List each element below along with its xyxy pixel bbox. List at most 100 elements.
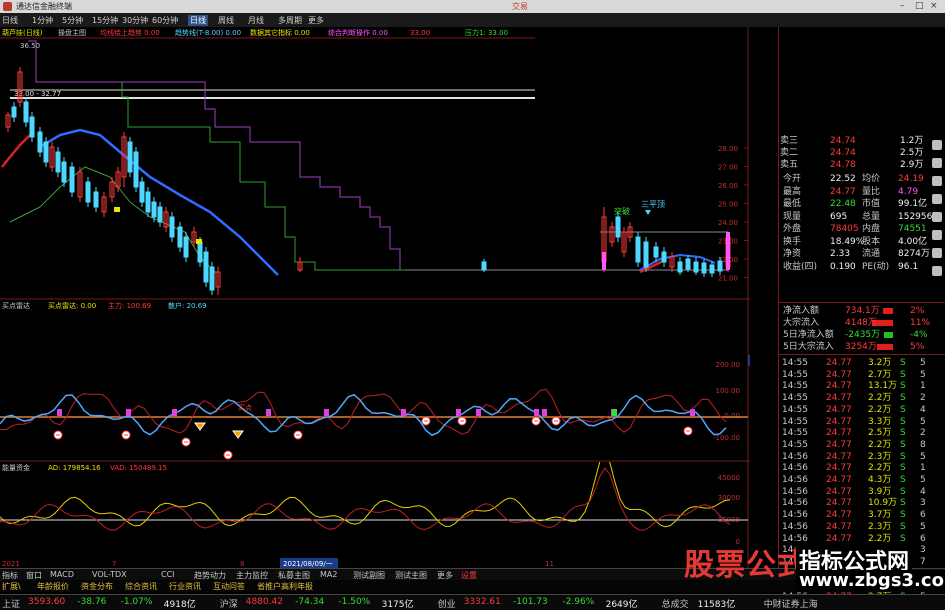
tick-side: S — [900, 358, 906, 368]
timeframe-tab[interactable]: 60分钟 — [152, 15, 178, 26]
info-tab[interactable]: 行业资讯 — [169, 581, 201, 592]
tick-row: 14:56 24.77 2.3万 S 5 — [750, 521, 945, 533]
tool-icon[interactable] — [932, 248, 942, 258]
buy-radar-chart[interactable]: 买点雷达 买点雷达: 0.00 主力: 100.69 散户: 20.69 200.00 1… — [0, 300, 750, 462]
timeframe-tab[interactable]: 周线 — [218, 15, 234, 26]
tool-icon[interactable] — [932, 266, 942, 276]
indicator-tab[interactable]: CCI — [161, 570, 175, 579]
timeframe-tab[interactable]: 更多 — [308, 15, 324, 26]
energy-fund-chart[interactable]: 能量资金 AD: 179854.16 VAD: 150489.15 45000 3000… — [0, 462, 750, 568]
candlestick — [615, 216, 621, 238]
tick-row: 14:55 24.77 2.2万 S 4 — [750, 404, 945, 416]
tick-count: 4 — [920, 404, 926, 415]
maximize-icon[interactable]: □ — [915, 1, 924, 11]
quote-value: 2.33 — [830, 249, 851, 259]
time-axis: 2021 7 8 2021/08/09/一 11 — [2, 558, 554, 568]
index-status-item: -1.07% — [120, 597, 153, 607]
tick-row: 14:56 24.77 3.9万 S 4 — [750, 486, 945, 498]
high-price-label: 36.50 — [20, 42, 40, 50]
minimize-icon[interactable]: – — [900, 1, 905, 11]
watermark-url: www.zbgs3.com — [796, 570, 945, 591]
tick-row: 14:55 24.77 2.7万 S 5 — [750, 369, 945, 381]
tick-count: 5 — [920, 475, 926, 485]
timeframe-tab[interactable]: 多周期 — [278, 15, 302, 26]
index-status-item: 3593.60 — [28, 597, 66, 607]
tick-time: 14:56 — [782, 475, 808, 485]
quote-label: 流通 — [862, 249, 881, 259]
tick-price: 24.77 — [826, 510, 852, 521]
price-axis-tick: 28.00 — [718, 145, 738, 153]
info-tab[interactable]: 资金分布 — [81, 581, 113, 592]
buy-point-icon — [457, 416, 467, 426]
candlestick — [157, 206, 163, 223]
candlestick — [717, 260, 723, 272]
time-tick: 7 — [112, 560, 116, 568]
quote-value: 695 — [830, 211, 848, 222]
price-axis-tick: 25.00 — [718, 201, 738, 209]
candlestick — [677, 261, 683, 273]
timeframe-tab[interactable]: 月线 — [248, 15, 264, 26]
timeframe-tab[interactable]: 日线 — [188, 15, 208, 26]
flow-bar — [884, 332, 893, 338]
panel-separator — [778, 302, 945, 303]
info-tab[interactable]: 综合资讯 — [125, 581, 157, 592]
quote-label: 最低 — [783, 199, 802, 209]
tick-volume: 10.9万 — [868, 498, 898, 509]
quote-value: 24.19 — [898, 174, 924, 184]
candlestick — [653, 246, 659, 258]
order-book-label: 卖五 — [780, 160, 799, 170]
tool-icon[interactable] — [932, 176, 942, 186]
timeframe-tab[interactable]: 15分钟 — [92, 15, 118, 26]
indicator-tab[interactable]: MACD — [50, 570, 74, 579]
timeframe-tab[interactable]: 30分钟 — [122, 15, 148, 26]
candlestick — [11, 106, 17, 118]
resistance-box-label: 33.00 - 32.77 — [14, 90, 61, 98]
osc-legend-item: 主力: 100.69 — [108, 301, 151, 310]
info-tab[interactable]: 扩展\ — [2, 581, 21, 592]
tick-volume: 2.7万 — [868, 369, 892, 380]
window-title: 通达信金融终端 — [16, 2, 72, 11]
pattern-annotation: 突破 — [614, 206, 630, 216]
tick-count: 5 — [920, 416, 926, 427]
quote-value: 74551 — [898, 224, 927, 234]
flow-bar — [882, 308, 893, 314]
tool-icon[interactable] — [932, 194, 942, 204]
timeframe-tab[interactable]: 1分钟 — [32, 15, 53, 26]
tick-volume: 2.2万 — [868, 404, 892, 415]
tick-row: 14:56 24.77 2.2万 S 1 — [750, 462, 945, 474]
info-tab[interactable]: 互动问答 — [213, 581, 245, 592]
tool-icon[interactable] — [932, 212, 942, 222]
tool-icon[interactable] — [932, 230, 942, 240]
time-tick: 2021 — [2, 560, 20, 568]
timeframe-tab[interactable]: 日线 — [2, 15, 18, 26]
osc-legend-item: 散户: 20.69 — [168, 301, 207, 310]
info-tab[interactable]: 年龄报价 — [37, 581, 69, 592]
trade-link[interactable]: 交易 — [512, 1, 528, 12]
title-bar: 通达信金融终端 交易 – □ × — [0, 0, 945, 13]
tool-icon[interactable] — [932, 140, 942, 150]
index-status-item: 创业 — [437, 600, 456, 610]
quote-label: PE(动) — [862, 261, 890, 272]
buy-signal-bar — [690, 409, 695, 416]
order-book-row: 卖五 24.78 2.9万 — [750, 159, 945, 171]
buy-signal-bar — [266, 409, 271, 416]
tool-icon[interactable] — [932, 158, 942, 168]
quote-value: 99.1亿 — [898, 199, 928, 209]
tick-side: S — [900, 381, 906, 392]
indicator-tab[interactable]: VOL-TDX — [92, 570, 127, 579]
candlestick — [209, 266, 215, 291]
buy-point-icon — [223, 450, 233, 460]
flow-value: -2435万 — [845, 330, 881, 340]
quote-value: 22.48 — [830, 199, 856, 209]
tick-row: 14:55 24.77 3.2万 S 5 — [750, 357, 945, 369]
tick-side: S — [900, 463, 906, 474]
osc-axis-tick: 45000 — [718, 474, 740, 482]
info-tab[interactable]: 省推户高利年报 — [257, 581, 313, 592]
timeframe-tab[interactable]: 5分钟 — [62, 15, 83, 26]
tick-time: 14:55 — [782, 358, 808, 368]
order-book-volume: 1.2万 — [900, 136, 924, 146]
close-icon[interactable]: × — [930, 1, 938, 11]
indicator-tab[interactable]: MA2 — [320, 570, 337, 579]
tick-row: 14:56 24.77 3.7万 S 6 — [750, 509, 945, 521]
price-chart[interactable]: 葫芦娃(日线) 操盘主图 均线绘上趋势 0.00 趋势线(T-8.00) 0.00 数据… — [0, 27, 750, 300]
